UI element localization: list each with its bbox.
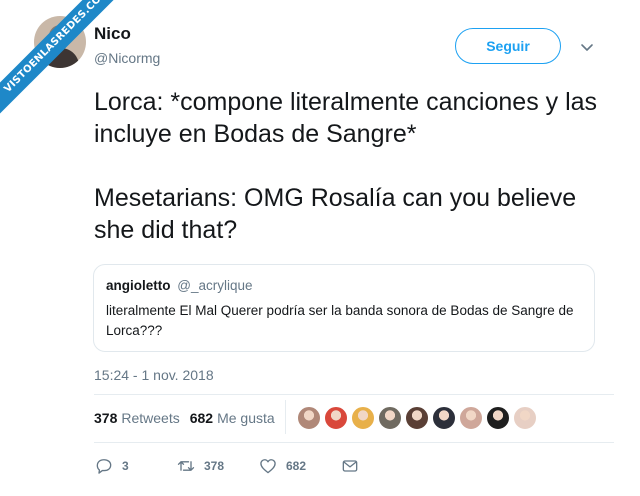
chevron-down-icon[interactable] (578, 38, 596, 56)
liker-avatar[interactable] (512, 405, 538, 431)
likers-avatars (296, 405, 539, 431)
direct-message-button[interactable] (340, 456, 360, 476)
divider (94, 394, 614, 395)
envelope-icon (342, 460, 358, 472)
like-count: 682 (286, 459, 307, 473)
quoted-tweet-header: angioletto @_acrylique (106, 277, 582, 295)
liker-avatar[interactable] (323, 405, 349, 431)
retweet-stat[interactable]: 378 Retweets (94, 410, 180, 426)
liker-avatar[interactable] (458, 405, 484, 431)
like-button[interactable]: 682 (258, 456, 340, 476)
reply-icon (96, 459, 112, 474)
divider (285, 400, 286, 434)
retweet-count: 378 (204, 459, 225, 473)
retweet-icon (177, 461, 195, 471)
quoted-author-name: angioletto (106, 278, 171, 293)
like-stat[interactable]: 682 Me gusta (190, 410, 275, 426)
watermark-text: VISTOENLASREDES.COM (0, 0, 130, 130)
liker-avatar[interactable] (350, 405, 376, 431)
quoted-tweet-text: literalmente El Mal Querer podría ser la… (106, 303, 574, 338)
reply-count: 3 (122, 459, 129, 473)
tweet-paragraph: Lorca: *compone literalmente canciones y… (94, 88, 598, 148)
liker-avatar[interactable] (296, 405, 322, 431)
quoted-tweet[interactable]: angioletto @_acrylique literalmente El M… (93, 264, 595, 352)
liker-avatar[interactable] (431, 405, 457, 431)
liker-avatar[interactable] (404, 405, 430, 431)
engagement-stats: 378 Retweets 682 Me gusta (94, 410, 275, 426)
divider (94, 442, 614, 443)
follow-button[interactable]: Seguir (455, 28, 561, 64)
watermark-ribbon: VISTOENLASREDES.COM (0, 0, 130, 130)
quoted-author-handle: @_acrylique (177, 278, 253, 293)
tweet-text: Lorca: *compone literalmente canciones y… (94, 86, 614, 246)
tweet-paragraph: Mesetarians: OMG Rosalía can you believe… (94, 184, 577, 244)
liker-avatar[interactable] (377, 405, 403, 431)
action-bar: 3 378 682 (94, 456, 360, 476)
tweet-timestamp[interactable]: 15:24 - 1 nov. 2018 (94, 367, 214, 383)
retweet-button[interactable]: 378 (176, 456, 258, 476)
heart-icon (260, 459, 276, 474)
liker-avatar[interactable] (485, 405, 511, 431)
reply-button[interactable]: 3 (94, 456, 176, 476)
